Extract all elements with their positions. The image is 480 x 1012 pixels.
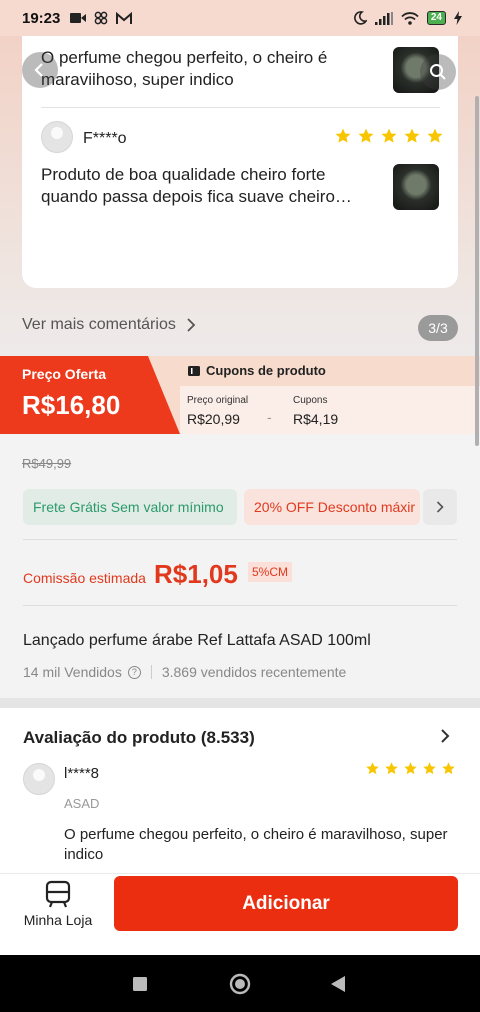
offer-price-value: R$16,80 <box>22 390 121 420</box>
charging-bolt-icon <box>454 11 462 25</box>
status-system-icons: 24 <box>353 11 462 25</box>
star-icon <box>427 128 443 143</box>
sold-total: 14 mil Vendidos <box>23 664 122 680</box>
recent-apps-icon[interactable] <box>133 977 147 991</box>
store-icon <box>45 880 71 908</box>
commission-percent-badge: 5%CM <box>248 562 293 582</box>
coupons-label: Cupons <box>293 395 328 406</box>
video-camera-icon <box>70 13 87 23</box>
discount-label: 20% OFF Desconto máxir <box>254 499 416 515</box>
review-text: O perfume chegou perfeito, o cheiro é ma… <box>64 826 448 863</box>
product-title: Lançado perfume árabe Ref Lattafa ASAD 1… <box>23 632 371 649</box>
see-more-comments-link[interactable]: Ver mais comentários <box>22 316 196 334</box>
moon-icon <box>353 11 367 25</box>
commission-value: R$1,05 <box>154 559 238 589</box>
scrollbar[interactable] <box>475 96 479 446</box>
rating-stars <box>334 127 444 145</box>
battery-icon: 24 <box>426 11 446 25</box>
product-info-section <box>0 434 480 698</box>
star-icon <box>366 762 379 775</box>
sold-recent: 3.869 vendidos recentemente <box>161 664 347 680</box>
sales-info: 14 mil Vendidos ? 3.869 vendidos recente… <box>23 664 346 680</box>
star-icon <box>358 128 374 143</box>
back-button[interactable] <box>22 52 58 88</box>
status-notification-icons <box>70 11 133 25</box>
star-icon <box>404 762 417 775</box>
original-price-label: Preço original <box>187 395 249 406</box>
review-variant: ASAD <box>64 796 100 811</box>
wifi-icon <box>401 11 419 25</box>
star-icon <box>385 762 398 775</box>
status-time: 19:23 <box>22 9 61 27</box>
star-icon <box>335 128 351 143</box>
reviewer-name: F****o <box>83 130 127 147</box>
review-text: Produto de boa qualidade cheiro forte qu… <box>41 165 352 206</box>
page-indicator: 3/3 <box>418 315 458 341</box>
star-icon <box>381 128 397 143</box>
chevron-right-icon <box>187 318 196 332</box>
original-price-value: R$20,99 <box>187 411 240 427</box>
commission-label: Comissão estimada <box>23 570 146 586</box>
more-tags-button[interactable] <box>423 489 457 525</box>
free-shipping-label: Frete Grátis Sem valor mínimo <box>33 499 224 515</box>
rating-stars <box>365 761 456 776</box>
free-shipping-tag[interactable]: Frete Grátis Sem valor mínimo <box>23 489 237 525</box>
search-button[interactable] <box>420 54 456 90</box>
discount-tag[interactable]: 20% OFF Desconto máxir <box>244 489 420 525</box>
section-divider <box>23 605 457 606</box>
my-store-button[interactable]: Minha Loja <box>20 880 96 936</box>
add-button[interactable]: Adicionar <box>114 876 458 931</box>
evaluation-open-button[interactable] <box>440 728 450 749</box>
signal-icon <box>374 11 393 25</box>
coupons-title: Cupons de produto <box>188 363 326 378</box>
chevron-right-icon <box>436 501 444 513</box>
tab-separator <box>123 64 125 78</box>
review-photo-thumbnail[interactable] <box>393 164 439 210</box>
chevron-right-icon <box>441 729 450 743</box>
see-more-label: Ver mais comentários <box>22 316 176 333</box>
my-store-label: Minha Loja <box>23 912 93 928</box>
coupons-value: R$4,19 <box>293 411 339 427</box>
sales-separator <box>150 665 152 679</box>
section-divider <box>23 539 457 540</box>
old-price: R$49,99 <box>22 456 72 471</box>
star-icon <box>423 762 436 775</box>
tab-album[interactable]: Álbum <box>70 63 110 79</box>
gmail-icon <box>116 11 133 24</box>
evaluation-title[interactable]: Avaliação do produto (8.533) <box>23 728 255 748</box>
star-icon <box>404 128 420 143</box>
help-icon[interactable]: ? <box>127 665 141 679</box>
star-icon <box>442 762 455 775</box>
coupons-title-label: Cupons de produto <box>206 363 326 378</box>
reviewer-name: l****8 <box>64 765 100 782</box>
back-nav-icon[interactable] <box>331 976 345 992</box>
home-icon[interactable] <box>229 973 251 995</box>
app-grid-icon <box>95 11 108 25</box>
review-divider <box>41 107 440 108</box>
offer-price-label: Preço Oferta <box>22 366 107 382</box>
search-icon <box>430 64 446 80</box>
tab-reputation[interactable]: Reputação <box>139 63 207 79</box>
section-gap <box>0 698 480 708</box>
arrow-left-icon <box>34 63 43 77</box>
coupon-icon <box>188 365 200 376</box>
avatar <box>23 763 55 795</box>
header-tabs: Álbum Reputação <box>70 56 206 86</box>
avatar <box>41 121 73 153</box>
minus-sign: - <box>267 409 272 425</box>
status-bar: 19:23 24 <box>0 0 480 36</box>
